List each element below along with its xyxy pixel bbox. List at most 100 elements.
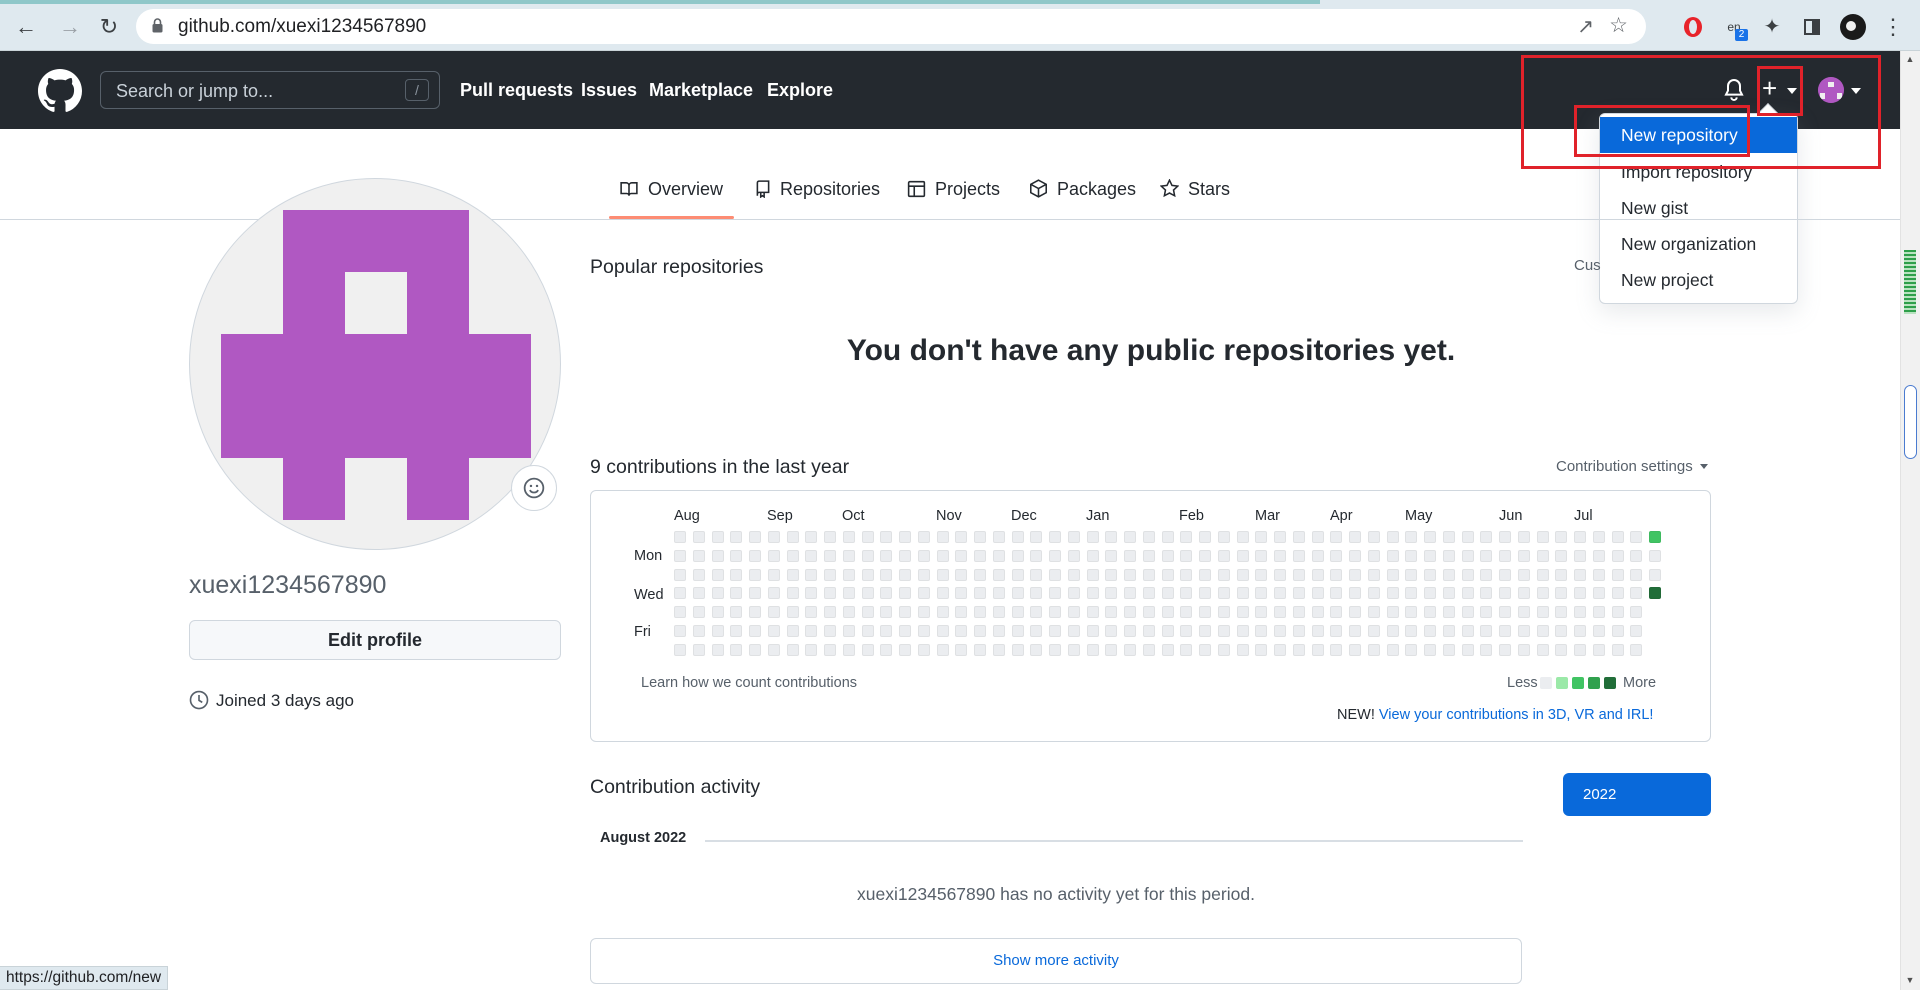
contribution-day-cell[interactable] <box>1161 568 1174 581</box>
contribution-day-cell[interactable] <box>749 643 761 656</box>
contribution-day-cell[interactable] <box>1611 531 1624 543</box>
contribution-day-cell[interactable] <box>955 531 968 543</box>
menu-new-organization[interactable]: New organization <box>1600 226 1797 262</box>
contribution-day-cell[interactable] <box>786 606 799 618</box>
contribution-day-cell[interactable] <box>842 606 855 618</box>
page-scrollbar[interactable] <box>1900 51 1920 990</box>
contribution-day-cell[interactable] <box>992 624 1005 637</box>
contribution-day-cell[interactable] <box>1405 568 1418 581</box>
contribution-day-cell[interactable] <box>1386 643 1399 656</box>
contribution-day-cell[interactable] <box>1049 531 1061 543</box>
contribution-day-cell[interactable] <box>1180 624 1193 637</box>
contribution-day-cell[interactable] <box>674 606 686 618</box>
contribution-day-cell[interactable] <box>1555 549 1568 562</box>
contribution-day-cell[interactable] <box>1311 531 1324 543</box>
contribution-day-cell[interactable] <box>1274 606 1286 618</box>
contribution-day-cell[interactable] <box>992 568 1005 581</box>
contribution-day-cell[interactable] <box>1217 624 1230 637</box>
contribution-day-cell[interactable] <box>1142 531 1155 543</box>
contribution-day-cell[interactable] <box>1199 606 1211 618</box>
contribution-day-cell[interactable] <box>1180 531 1193 543</box>
contribution-day-cell[interactable] <box>974 531 986 543</box>
contribution-day-cell[interactable] <box>1217 568 1230 581</box>
contribution-day-cell[interactable] <box>1592 531 1605 543</box>
contribution-day-cell[interactable] <box>955 568 968 581</box>
contribution-day-cell[interactable] <box>1049 549 1061 562</box>
contribution-day-cell[interactable] <box>1274 531 1286 543</box>
contribution-day-cell[interactable] <box>1499 531 1511 543</box>
contribution-day-cell[interactable] <box>1405 549 1418 562</box>
contribution-day-cell[interactable] <box>1180 587 1193 600</box>
contribution-day-cell[interactable] <box>767 587 780 600</box>
contribution-day-cell[interactable] <box>880 531 893 543</box>
contribution-day-cell[interactable] <box>730 643 743 656</box>
github-logo-icon[interactable] <box>38 69 82 113</box>
contribution-day-cell[interactable] <box>1574 643 1586 656</box>
contribution-day-cell[interactable] <box>692 549 705 562</box>
contribution-day-cell[interactable] <box>1011 606 1024 618</box>
contribution-day-cell[interactable] <box>842 531 855 543</box>
contribution-day-cell[interactable] <box>1049 587 1061 600</box>
contribution-day-cell[interactable] <box>1574 549 1586 562</box>
contribution-day-cell[interactable] <box>899 568 911 581</box>
contribution-day-cell[interactable] <box>1555 624 1568 637</box>
contribution-day-cell[interactable] <box>1255 531 1268 543</box>
contribution-day-cell[interactable] <box>1574 587 1586 600</box>
contribution-day-cell[interactable] <box>767 549 780 562</box>
contribution-day-cell[interactable] <box>955 549 968 562</box>
contribution-day-cell[interactable] <box>805 549 818 562</box>
contribution-day-cell[interactable] <box>1292 568 1305 581</box>
contribution-day-cell[interactable] <box>1180 568 1193 581</box>
contribution-day-cell[interactable] <box>1011 549 1024 562</box>
contribution-day-cell[interactable] <box>899 549 911 562</box>
contribution-day-cell[interactable] <box>1199 568 1211 581</box>
contribution-day-cell[interactable] <box>674 549 686 562</box>
contribution-day-cell[interactable] <box>1049 624 1061 637</box>
contribution-day-cell[interactable] <box>1349 549 1361 562</box>
contribution-day-cell[interactable] <box>1536 587 1549 600</box>
contribution-day-cell[interactable] <box>749 624 761 637</box>
contribution-day-cell[interactable] <box>1142 587 1155 600</box>
kebab-menu-icon[interactable]: ⋮ <box>1878 12 1908 42</box>
contribution-day-cell[interactable] <box>1086 606 1099 618</box>
contribution-day-cell[interactable] <box>1142 643 1155 656</box>
contribution-day-cell[interactable] <box>1161 643 1174 656</box>
puzzle-extensions-icon[interactable]: ✦ <box>1757 12 1787 42</box>
contribution-day-cell[interactable] <box>1049 568 1061 581</box>
contribution-day-cell[interactable] <box>1199 531 1211 543</box>
contribution-day-cell[interactable] <box>1161 587 1174 600</box>
edit-profile-button[interactable]: Edit profile <box>189 620 561 660</box>
contribution-day-cell[interactable] <box>1630 624 1643 637</box>
contribution-day-cell[interactable] <box>730 549 743 562</box>
contribution-day-cell[interactable] <box>917 568 930 581</box>
contribution-day-cell[interactable] <box>805 587 818 600</box>
contribution-day-cell[interactable] <box>1480 587 1493 600</box>
contribution-day-cell[interactable] <box>1311 643 1324 656</box>
contribution-day-cell[interactable] <box>1630 606 1643 618</box>
contribution-day-cell[interactable] <box>824 568 836 581</box>
contribution-day-cell[interactable] <box>767 568 780 581</box>
contribution-day-cell[interactable] <box>992 606 1005 618</box>
contribution-day-cell[interactable] <box>1217 531 1230 543</box>
contribution-day-cell[interactable] <box>692 568 705 581</box>
contribution-day-cell[interactable] <box>1030 643 1043 656</box>
share-icon[interactable]: ↗ <box>1577 14 1594 39</box>
contribution-day-cell[interactable] <box>1330 531 1343 543</box>
contribution-day-cell[interactable] <box>1086 549 1099 562</box>
contribution-day-cell[interactable] <box>767 531 780 543</box>
contribution-day-cell[interactable] <box>1405 531 1418 543</box>
contribution-day-cell[interactable] <box>1386 568 1399 581</box>
contribution-day-cell[interactable] <box>1592 643 1605 656</box>
contribution-day-cell[interactable] <box>1367 643 1380 656</box>
contribution-day-cell[interactable] <box>1292 606 1305 618</box>
contribution-day-cell[interactable] <box>711 549 724 562</box>
contribution-day-cell[interactable] <box>936 587 949 600</box>
scroll-down-arrow-icon[interactable]: ▼ <box>1904 975 1916 985</box>
contribution-day-cell[interactable] <box>1161 606 1174 618</box>
contribution-day-cell[interactable] <box>1461 643 1474 656</box>
contribution-day-cell[interactable] <box>1124 643 1136 656</box>
contribution-day-cell[interactable] <box>1236 624 1249 637</box>
contribution-day-cell[interactable] <box>1499 587 1511 600</box>
contribution-day-cell[interactable] <box>992 549 1005 562</box>
contribution-day-cell[interactable] <box>692 643 705 656</box>
